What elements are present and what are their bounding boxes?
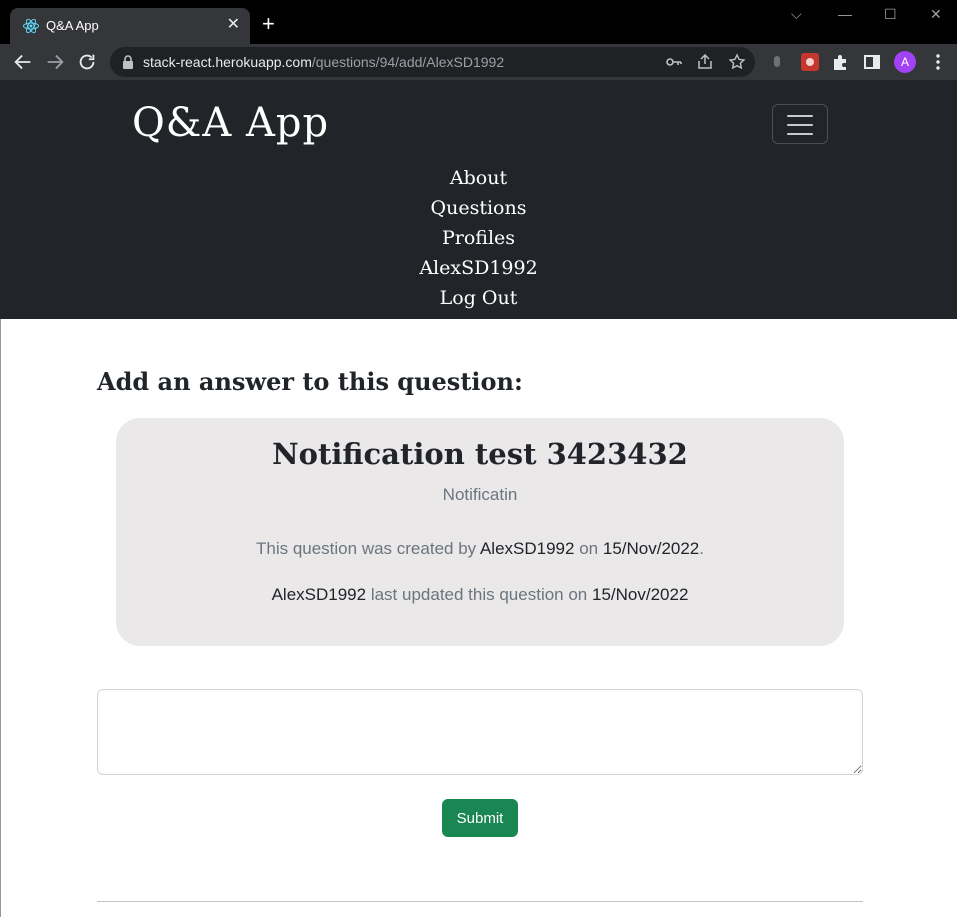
back-arrow-icon[interactable] xyxy=(12,51,34,73)
url-path: /questions/94/add/AlexSD1992 xyxy=(311,54,505,70)
more-menu-icon[interactable] xyxy=(928,52,948,72)
browser-tab[interactable]: Q&A App ✕ xyxy=(10,8,250,44)
nav-link-questions[interactable]: Questions xyxy=(0,193,957,223)
nav-link-about[interactable]: About xyxy=(0,163,957,193)
extensions-puzzle-icon[interactable] xyxy=(831,52,851,72)
share-icon[interactable] xyxy=(696,53,714,71)
tab-search-icon[interactable]: ⌵ xyxy=(791,6,802,23)
question-updated-info: AlexSD1992 last updated this question on… xyxy=(116,585,844,605)
maximize-icon[interactable]: ☐ xyxy=(884,6,897,23)
url-text[interactable]: stack-react.herokuapp.com/questions/94/a… xyxy=(143,54,504,70)
page-heading: Add an answer to this question: xyxy=(97,367,523,396)
created-prefix: This question was created by xyxy=(255,539,477,558)
created-on: on xyxy=(579,539,599,558)
created-author: AlexSD1992 xyxy=(479,539,575,558)
question-created-info: This question was created by AlexSD1992 … xyxy=(116,539,844,559)
tab-close-icon[interactable]: ✕ xyxy=(227,15,240,35)
nav-link-logout[interactable]: Log Out xyxy=(0,283,957,313)
question-body: Notificatin xyxy=(442,485,518,504)
address-bar[interactable]: stack-react.herokuapp.com/questions/94/a… xyxy=(110,47,755,77)
browser-tabbar: Q&A App ✕ + ⌵ — ☐ ✕ xyxy=(0,0,957,44)
window-close-icon[interactable]: ✕ xyxy=(930,6,942,23)
tab-title: Q&A App xyxy=(46,18,99,33)
minimize-icon[interactable]: — xyxy=(838,6,852,22)
key-icon[interactable] xyxy=(665,53,683,71)
submit-button[interactable]: Submit xyxy=(442,799,518,837)
hamburger-icon xyxy=(787,115,813,117)
answer-textarea[interactable] xyxy=(97,689,863,775)
nav-links: About Questions Profiles AlexSD1992 Log … xyxy=(0,163,957,313)
side-panel-icon[interactable] xyxy=(862,52,882,72)
question-title: Notification test 3423432 xyxy=(272,437,688,471)
window-left-border xyxy=(0,319,1,917)
url-domain: stack-react.herokuapp.com xyxy=(143,54,312,70)
divider xyxy=(97,901,863,902)
new-tab-icon[interactable]: + xyxy=(262,13,275,35)
question-card: Notification test 3423432 Notificatin Th… xyxy=(116,418,844,646)
extension-red-icon[interactable] xyxy=(800,52,820,72)
profile-avatar[interactable]: A xyxy=(894,51,916,73)
forward-arrow-icon[interactable] xyxy=(44,51,66,73)
created-date: 15/Nov/2022 xyxy=(602,539,700,558)
browser-toolbar: stack-react.herokuapp.com/questions/94/a… xyxy=(0,44,957,80)
created-suffix: . xyxy=(699,539,704,558)
brand-logo[interactable]: Q&A App xyxy=(132,100,329,146)
react-atom-icon xyxy=(23,18,39,34)
extension-mic-icon[interactable] xyxy=(767,52,787,72)
site-navbar: Q&A App About Questions Profiles AlexSD1… xyxy=(0,80,957,319)
nav-link-profiles[interactable]: Profiles xyxy=(0,223,957,253)
reload-icon[interactable] xyxy=(76,51,98,73)
lock-icon[interactable] xyxy=(122,55,134,69)
updated-date: 15/Nov/2022 xyxy=(592,585,689,604)
bookmark-star-icon[interactable] xyxy=(728,53,746,71)
updated-middle: last updated this question on xyxy=(370,585,588,604)
updated-author: AlexSD1992 xyxy=(271,585,367,604)
nav-link-user-profile[interactable]: AlexSD1992 xyxy=(0,253,957,283)
navbar-toggle-button[interactable] xyxy=(772,104,828,144)
